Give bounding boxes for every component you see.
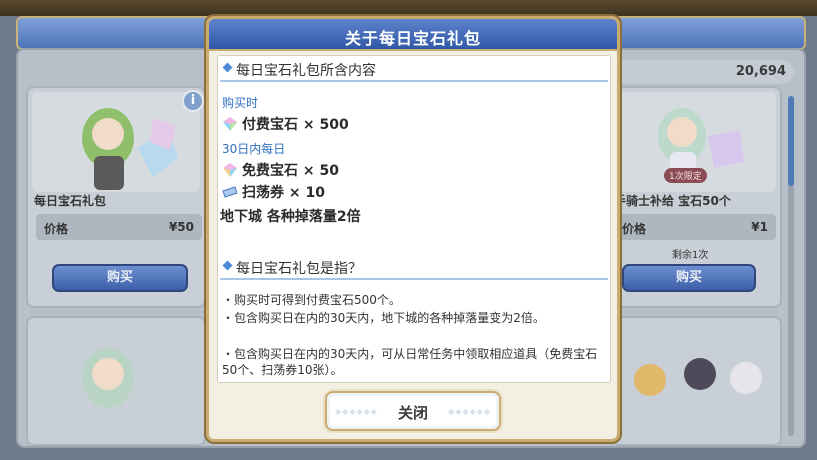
scrollbar-thumb[interactable] [788, 96, 794, 186]
character-illustration [82, 108, 178, 190]
paid-gems-text: 付费宝石 × 500 [242, 117, 349, 133]
on-purchase-label: 购买时 [222, 96, 259, 110]
section-title: 每日宝石礼包是指？ [236, 261, 362, 277]
card-title: 手骑士补给 宝石50个 [614, 194, 731, 208]
buy-button[interactable]: 购买 [622, 264, 756, 292]
buy-button[interactable]: 购买 [52, 264, 188, 292]
price-label: 价格 [622, 222, 647, 236]
price-label: 价格 [44, 222, 69, 236]
card-title: 每日宝石礼包 [34, 194, 107, 208]
gem-icon [223, 163, 237, 177]
dungeon-drop-text: 地下城 各种掉落量2倍 [220, 209, 361, 225]
remaining-count: 剩余1次 [672, 250, 709, 261]
info-icon[interactable]: i [182, 90, 204, 112]
bullet-item: ・包含购买日在内的30天内，地下城的各种掉落量变为2倍。 [222, 311, 545, 325]
currency-display: 20,694 [614, 60, 794, 84]
ticket-icon [222, 186, 238, 198]
shop-card-daily-gems: i 每日宝石礼包 价格 ¥50 购买 [26, 86, 206, 308]
bullet-item: ・包含购买日在内的30天内，可从日常任务中领取相应道具（免费宝石50个、扫荡券1… [222, 347, 598, 377]
limit-badge: 1次限定 [664, 168, 707, 183]
sweep-tickets-text: 扫荡券 × 10 [242, 185, 325, 201]
currency-value: 20,694 [735, 64, 786, 79]
price-value: ¥50 [168, 220, 194, 234]
dialog-title: 关于每日宝石礼包 [344, 29, 481, 48]
section-header-about: 每日宝石礼包是指？ [220, 256, 608, 280]
diamond-bullet-icon [222, 260, 233, 271]
price-row: 价格 ¥1 [614, 214, 776, 240]
bullet-item: ・购买时可得到付费宝石500个。 [222, 293, 401, 307]
daily-label: 30日内每日 [222, 142, 286, 156]
shop-card-knight-supply: 1次限定 手骑士补给 宝石50个 价格 ¥1 剩余1次 购买 [612, 86, 782, 308]
section-title: 每日宝石礼包所含内容 [236, 63, 376, 79]
character-illustration [82, 348, 134, 408]
dialog-header: 关于每日宝石礼包 [209, 19, 617, 51]
free-gems-text: 免费宝石 × 50 [242, 163, 339, 179]
section-header-contents: 每日宝石礼包所含内容 [220, 58, 608, 82]
gem-icon [223, 117, 237, 131]
shop-card [26, 316, 206, 446]
dialog-content[interactable]: 每日宝石礼包所含内容 购买时 付费宝石 × 500 30日内每日 免费宝石 × … [217, 55, 611, 383]
info-dialog: 关于每日宝石礼包 每日宝石礼包所含内容 购买时 付费宝石 × 500 30日内每… [206, 16, 620, 442]
close-button[interactable]: ◆◆◆◆◆◆ 关闭 ◆◆◆◆◆◆ [325, 391, 501, 431]
price-value: ¥1 [751, 220, 768, 234]
price-row: 价格 ¥50 [36, 214, 202, 240]
decor-dots-right: ◆◆◆◆◆◆ [448, 407, 491, 416]
top-bar [0, 0, 817, 16]
shop-card [612, 316, 782, 446]
character-illustration [634, 358, 762, 396]
diamond-bullet-icon [222, 62, 233, 73]
